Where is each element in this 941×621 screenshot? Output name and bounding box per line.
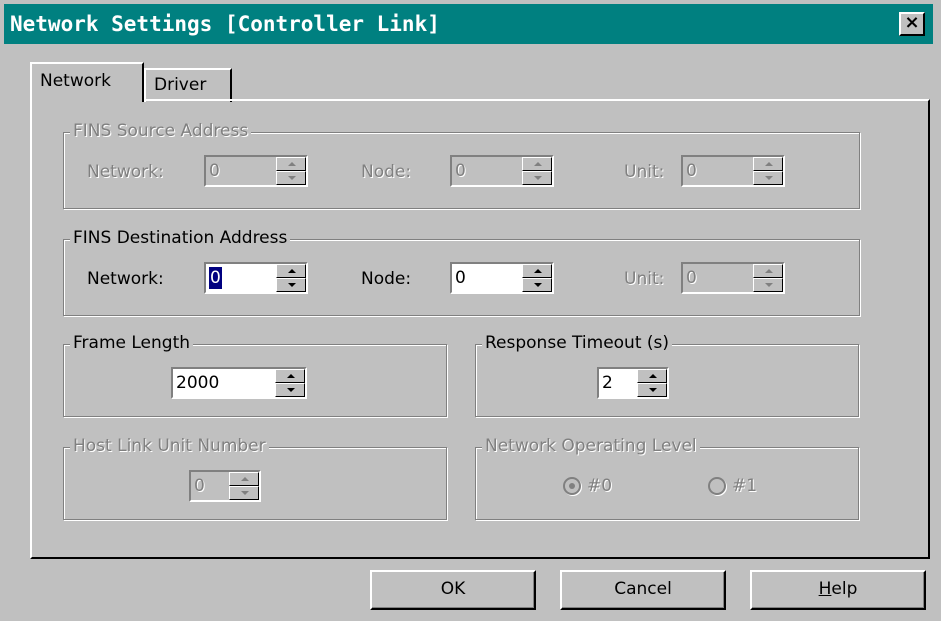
network-tab-panel: FINS Source Address Network: 0 Node: 0 U…: [30, 99, 930, 559]
source-network-value: 0: [209, 161, 220, 181]
spin-down-icon: [753, 171, 783, 185]
cancel-button-label: Cancel: [614, 579, 672, 599]
dest-network-label: Network:: [87, 269, 164, 289]
response-timeout-value[interactable]: 2: [602, 372, 613, 394]
host-link-unit-legend: Host Link Unit Number: [70, 436, 269, 456]
network-settings-dialog: Network Settings [Controller Link] × Net…: [0, 0, 941, 621]
spin-up-icon[interactable]: [276, 264, 306, 278]
frame-length-legend: Frame Length: [70, 333, 194, 353]
source-node-value: 0: [455, 161, 466, 181]
source-node-spinner: 0: [450, 155, 554, 187]
source-unit-label: Unit:: [624, 162, 665, 182]
response-timeout-arrows: [637, 369, 667, 397]
spin-down-icon: [276, 171, 306, 185]
tab-driver[interactable]: Driver: [144, 68, 232, 102]
source-node-label: Node:: [361, 162, 412, 182]
dest-network-spinner[interactable]: 0: [204, 262, 308, 294]
dest-network-arrows: [276, 264, 306, 292]
frame-length-group: Frame Length 2000: [63, 333, 447, 417]
response-timeout-legend: Response Timeout (s): [482, 333, 673, 353]
help-mnemonic: H: [818, 579, 832, 599]
spin-up-icon: [522, 157, 552, 171]
dest-node-label: Node:: [361, 269, 412, 289]
spin-up-icon: [753, 264, 783, 278]
frame-length-value[interactable]: 2000: [176, 372, 219, 394]
close-button[interactable]: ×: [899, 12, 925, 36]
source-network-label: Network:: [87, 162, 164, 182]
response-timeout-group: Response Timeout (s) 2: [475, 333, 859, 417]
host-link-unit-group: Host Link Unit Number 0: [63, 436, 447, 520]
spin-up-icon: [276, 157, 306, 171]
spin-down-icon[interactable]: [275, 383, 305, 397]
source-unit-value: 0: [686, 161, 697, 181]
frame-length-spinner[interactable]: 2000: [171, 367, 307, 399]
spin-up-icon[interactable]: [637, 369, 667, 383]
spin-up-icon: [753, 157, 783, 171]
source-node-arrows: [522, 157, 552, 185]
help-button-label: elp: [831, 579, 858, 599]
response-timeout-spinner[interactable]: 2: [597, 367, 669, 399]
spin-down-icon: [522, 171, 552, 185]
dest-node-value[interactable]: 0: [455, 267, 466, 289]
radio-level-0-label: #0: [587, 476, 613, 496]
dest-unit-label: Unit:: [624, 269, 665, 289]
operating-level-legend: Network Operating Level: [482, 436, 700, 456]
spin-down-icon: [229, 486, 259, 500]
host-link-unit-spinner: 0: [189, 470, 261, 502]
spin-up-icon[interactable]: [522, 264, 552, 278]
dest-node-spinner[interactable]: 0: [450, 262, 554, 294]
title-bar: Network Settings [Controller Link] ×: [4, 4, 933, 44]
spin-down-icon[interactable]: [637, 383, 667, 397]
tab-network-label: Network: [40, 71, 111, 91]
source-network-arrows: [276, 157, 306, 185]
dest-node-arrows: [522, 264, 552, 292]
tab-driver-label: Driver: [154, 75, 207, 95]
source-network-spinner: 0: [204, 155, 308, 187]
fins-destination-group: FINS Destination Address Network: 0 Node…: [63, 228, 860, 316]
fins-source-legend: FINS Source Address: [70, 121, 252, 141]
cancel-button[interactable]: Cancel: [560, 570, 726, 610]
frame-length-arrows: [275, 369, 305, 397]
ok-button-label: OK: [440, 579, 466, 599]
source-unit-spinner: 0: [681, 155, 785, 187]
spin-down-icon: [753, 278, 783, 292]
radio-level-1-label: #1: [732, 476, 758, 496]
dest-unit-arrows: [753, 264, 783, 292]
host-link-unit-value: 0: [194, 476, 205, 496]
source-unit-arrows: [753, 157, 783, 185]
help-button[interactable]: Help: [750, 570, 926, 610]
ok-button[interactable]: OK: [370, 570, 536, 610]
window-title: Network Settings [Controller Link]: [10, 12, 440, 36]
spin-down-icon[interactable]: [276, 278, 306, 292]
spin-up-icon: [229, 472, 259, 486]
dest-unit-value: 0: [686, 268, 697, 288]
operating-level-group: Network Operating Level #0 #1: [475, 436, 859, 520]
dest-network-value[interactable]: 0: [209, 267, 222, 289]
fins-destination-legend: FINS Destination Address: [70, 228, 291, 248]
radio-level-0: [563, 477, 581, 495]
dest-unit-spinner: 0: [681, 262, 785, 294]
radio-level-1: [708, 477, 726, 495]
spin-up-icon[interactable]: [275, 369, 305, 383]
host-link-unit-arrows: [229, 472, 259, 500]
close-icon: ×: [904, 12, 920, 33]
fins-source-group: FINS Source Address Network: 0 Node: 0 U…: [63, 121, 860, 209]
spin-down-icon[interactable]: [522, 278, 552, 292]
tab-network[interactable]: Network: [30, 62, 144, 102]
